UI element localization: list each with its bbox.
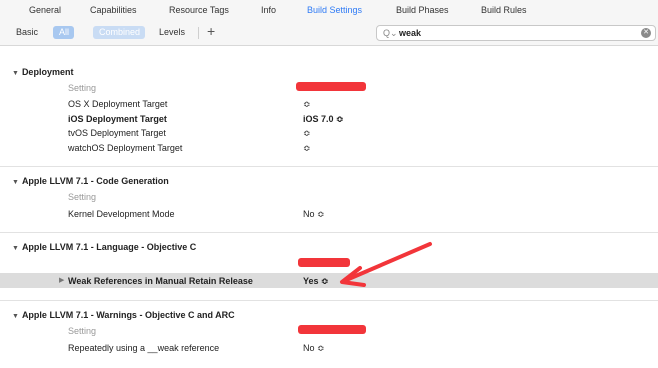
section-title-language-objc[interactable]: ▼ Apple LLVM 7.1 - Language - Objective C (12, 242, 196, 252)
add-setting-button[interactable]: + (207, 23, 215, 39)
setting-value-stepper[interactable]: No ≎ (303, 343, 325, 354)
redaction-mark (296, 82, 366, 91)
section-title-deployment[interactable]: ▼ Deployment (12, 67, 73, 77)
setting-label[interactable]: Weak References in Manual Retain Release (68, 276, 253, 286)
levels-filter[interactable]: Levels (159, 26, 185, 39)
tab-build-settings[interactable]: Build Settings (307, 5, 362, 15)
section-title-warnings-objc-arc[interactable]: ▼ Apple LLVM 7.1 - Warnings - Objective C… (12, 310, 235, 320)
setting-column-header: Setting (68, 326, 97, 336)
annotation-arrow-icon (340, 242, 432, 287)
basic-filter[interactable]: Basic (16, 26, 38, 39)
all-filter[interactable]: All (53, 26, 74, 39)
setting-value-stepper[interactable]: Yes ≎ (303, 276, 329, 287)
section-divider (0, 300, 658, 301)
setting-label[interactable]: iOS Deployment Target (68, 114, 167, 124)
disclosure-open-icon[interactable]: ▼ (12, 70, 19, 77)
disclosure-closed-icon[interactable]: ▶ (59, 276, 64, 284)
tab-general[interactable]: General (29, 5, 61, 15)
filter-bar: Basic All Combined Levels + Q⌄ weak ✕ (0, 20, 658, 46)
disclosure-open-icon[interactable]: ▼ (12, 179, 19, 186)
tab-resource-tags[interactable]: Resource Tags (169, 5, 229, 15)
search-input[interactable]: weak (399, 28, 421, 38)
setting-label[interactable]: Repeatedly using a __weak reference (68, 343, 219, 353)
section-divider (0, 232, 658, 233)
setting-column-header: Setting (68, 83, 97, 93)
tab-capabilities[interactable]: Capabilities (90, 5, 137, 15)
search-icon: Q⌄ (383, 28, 398, 38)
disclosure-open-icon[interactable]: ▼ (12, 313, 19, 320)
redaction-mark (298, 325, 366, 334)
setting-value-stepper[interactable]: No ≎ (303, 209, 325, 220)
setting-label[interactable]: OS X Deployment Target (68, 99, 167, 109)
setting-column-header: Setting (68, 192, 97, 202)
setting-value-stepper[interactable]: ≎ (303, 99, 311, 110)
setting-value-stepper[interactable]: iOS 7.0 ≎ (303, 114, 344, 125)
tab-build-rules[interactable]: Build Rules (481, 5, 527, 15)
section-divider (0, 166, 658, 167)
search-field[interactable]: Q⌄ weak ✕ (376, 25, 656, 41)
clear-search-icon[interactable]: ✕ (641, 28, 651, 38)
tab-build-phases[interactable]: Build Phases (396, 5, 449, 15)
filter-divider (198, 27, 199, 39)
tab-info[interactable]: Info (261, 5, 276, 15)
setting-value-stepper[interactable]: ≎ (303, 143, 311, 154)
disclosure-open-icon[interactable]: ▼ (12, 245, 19, 252)
combined-filter[interactable]: Combined (93, 26, 145, 39)
setting-label[interactable]: Kernel Development Mode (68, 209, 175, 219)
setting-value-stepper[interactable]: ≎ (303, 128, 311, 139)
setting-label[interactable]: watchOS Deployment Target (68, 143, 182, 153)
section-title-code-generation[interactable]: ▼ Apple LLVM 7.1 - Code Generation (12, 176, 169, 186)
tab-bar: General Capabilities Resource Tags Info … (0, 0, 658, 20)
setting-label[interactable]: tvOS Deployment Target (68, 128, 166, 138)
